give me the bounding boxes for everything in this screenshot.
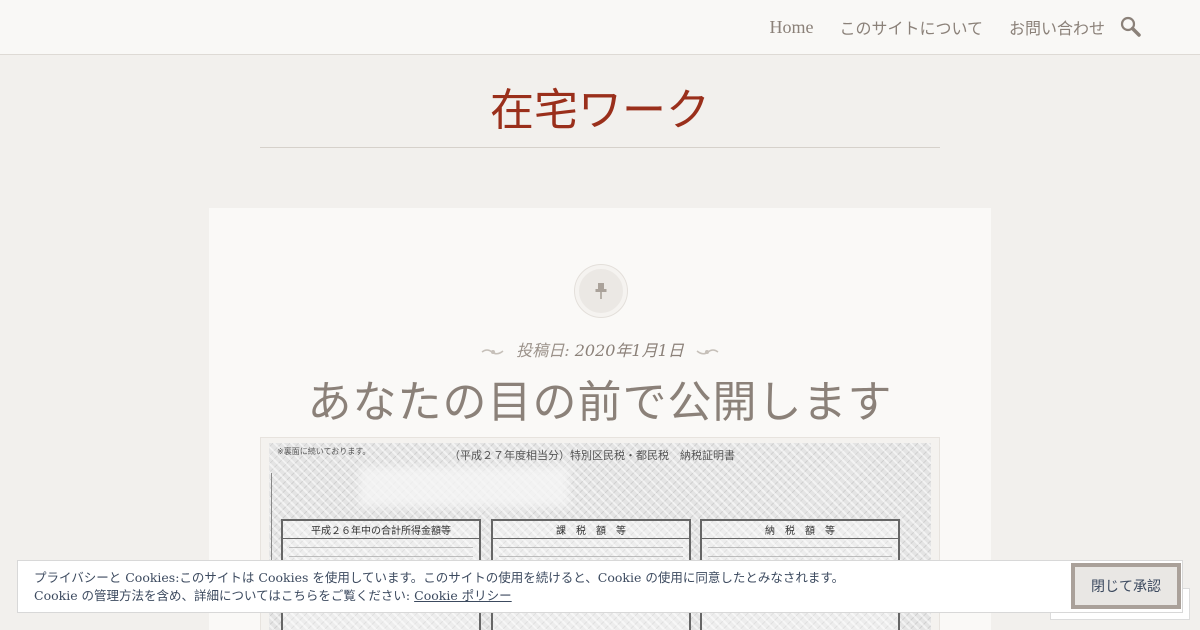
ornament-right-icon [695, 342, 719, 361]
post-date[interactable]: 2020年1月1日 [575, 341, 684, 360]
doc-box-heading: 納 税 額 等 [702, 521, 898, 539]
nav-item-home[interactable]: Home [769, 17, 813, 38]
cookie-banner: プライバシーと Cookies:このサイトは Cookies を使用しています。… [17, 560, 1183, 613]
doc-note: ※裏面に続いております。 [277, 447, 371, 456]
redacted-area [359, 467, 569, 507]
post-meta: 投稿日: 2020年1月1日 [0, 337, 1200, 361]
nav-item-about[interactable]: このサイトについて [839, 15, 983, 39]
cookie-notice-text: プライバシーと Cookies:このサイトは Cookies を使用しています。… [34, 569, 844, 605]
cookie-notice-line1: プライバシーと Cookies:このサイトは Cookies を使用しています。… [34, 570, 845, 585]
cookie-notice-line2: Cookie の管理方法を含め、詳細についてはこちらをご覧ください: Cooki… [34, 587, 844, 605]
doc-box-heading: 課 税 額 等 [493, 521, 689, 539]
cookie-policy-link[interactable]: Cookie ポリシー [414, 588, 512, 603]
post-title[interactable]: あなたの目の前で公開します [0, 366, 1200, 430]
post-date-label: 投稿日: [516, 341, 570, 360]
cookie-accept-button[interactable]: 閉じて承認 [1071, 563, 1181, 609]
title-divider [260, 147, 940, 148]
primary-menu: Home このサイトについて お問い合わせ [743, 15, 1105, 39]
search-icon[interactable] [1120, 16, 1144, 40]
nav-item-contact[interactable]: お問い合わせ [1009, 15, 1105, 39]
top-navigation-bar: Home このサイトについて お問い合わせ [0, 0, 1200, 55]
doc-heading: （平成２７年度相当分）特別区民税・都民税 納税証明書 [449, 449, 735, 462]
doc-box-heading: 平成２６年中の合計所得金額等 [283, 521, 479, 539]
ornament-left-icon [481, 342, 505, 361]
site-title[interactable]: 在宅ワーク [0, 74, 1200, 138]
cookie-notice-line2-text: Cookie の管理方法を含め、詳細についてはこちらをご覧ください: [34, 588, 415, 603]
pushpin-icon [575, 265, 627, 317]
